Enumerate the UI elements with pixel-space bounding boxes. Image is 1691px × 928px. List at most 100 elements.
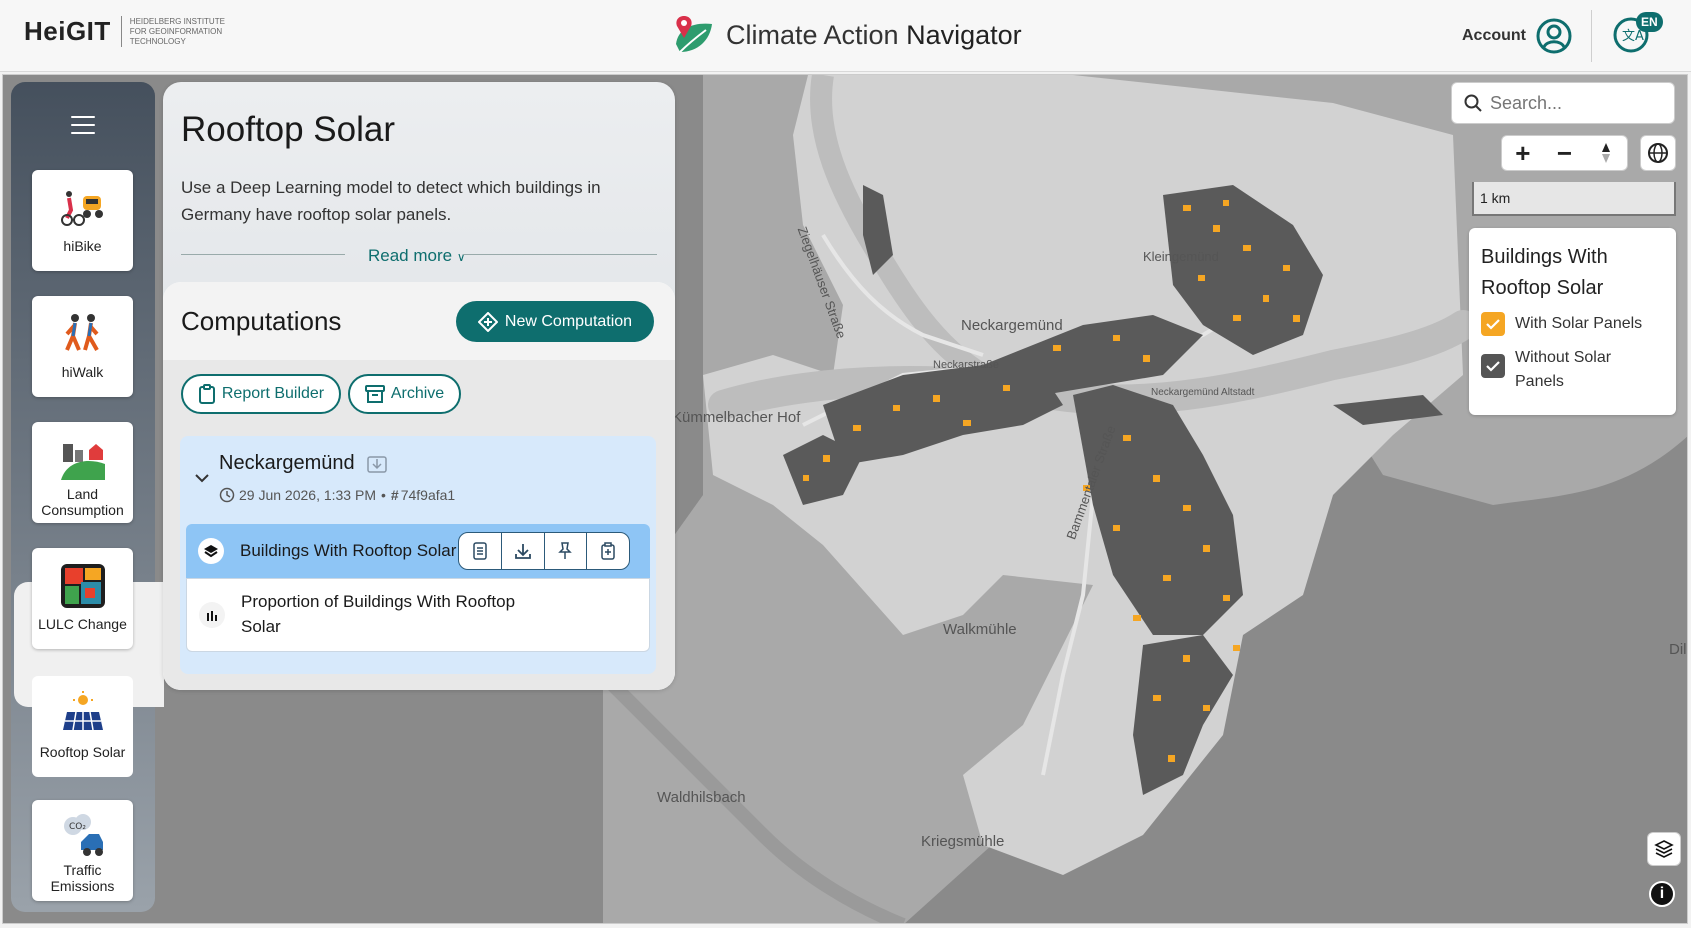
clipboard-icon — [198, 384, 215, 404]
computation-date: 29 Jun 2026, 1:33 PM — [239, 487, 376, 503]
tool-hibike[interactable]: hiBike — [32, 170, 133, 271]
layer-row-proportion-rooftop-solar[interactable]: Proportion of Buildings With Rooftop Sol… — [186, 578, 650, 652]
app-header: HeiGIT Heidelberg Institute for Geoinfor… — [0, 0, 1691, 72]
climate-navigator-logo-icon — [676, 16, 712, 53]
map-scale-bar: 1 km — [1472, 182, 1676, 216]
check-icon — [1481, 354, 1505, 378]
map-label-kleingemuend: Kleingemünd — [1143, 249, 1219, 264]
report-builder-button[interactable]: Report Builder — [181, 374, 341, 414]
tool-hiwalk[interactable]: hiWalk — [32, 296, 133, 397]
computation-item: Neckargemünd 29 Jun 2026, 1:33 PM • # 74… — [180, 436, 656, 674]
tool-hibike-label: hiBike — [63, 238, 102, 254]
map-label-waldhilsbach: Waldhilsbach — [657, 789, 746, 806]
legend-item-label: Without Solar Panels — [1515, 349, 1612, 390]
globe-button[interactable] — [1640, 135, 1676, 171]
report-builder-label: Report Builder — [221, 385, 325, 402]
map-label-kuemmelbacher-hof: Kümmelbacher Hof — [672, 409, 801, 426]
meta-separator: • — [381, 487, 386, 503]
new-computation-button[interactable]: New Computation — [456, 301, 654, 342]
clock-icon — [219, 487, 235, 503]
search-input[interactable] — [1490, 92, 1660, 114]
archive-button[interactable]: Archive — [348, 374, 461, 414]
layer-row-buildings-rooftop-solar[interactable]: Buildings With Rooftop Solar — [186, 524, 650, 578]
map-label-neckargemuend-altstadt: Neckargemünd Altstadt — [1151, 387, 1255, 398]
map-label-walkmuehle: Walkmühle — [943, 621, 1017, 638]
pin-icon[interactable] — [545, 533, 588, 569]
computation-hash: 74f9afa1 — [400, 487, 456, 503]
layers-icon — [1654, 840, 1674, 858]
chevron-double-down-icon: ∨ — [456, 250, 466, 264]
panel-title: Rooftop Solar — [181, 110, 396, 149]
lulc-change-icon — [60, 564, 105, 608]
tool-land-consumption[interactable]: Land Consumption — [32, 422, 133, 523]
hash-icon: # — [390, 487, 399, 503]
svg-text:文A: 文A — [1622, 29, 1644, 44]
app-title: Climate Action Navigator — [726, 19, 1022, 50]
account-button[interactable]: Account — [1462, 18, 1572, 54]
new-computation-label: New Computation — [504, 312, 633, 330]
map-label-dilsberg: Dilsberg — [1669, 641, 1687, 658]
walkers-icon — [64, 314, 99, 351]
tool-traffic-emissions-label: Traffic Emissions — [50, 862, 115, 894]
map-search — [1451, 82, 1675, 124]
computation-meta: 29 Jun 2026, 1:33 PM • # 74f9afa1 — [219, 487, 455, 503]
computations-title: Computations — [181, 306, 342, 336]
layer-action-group — [458, 532, 630, 570]
language-switcher[interactable]: 文A EN — [1612, 12, 1663, 59]
bar-chart-icon — [199, 602, 225, 628]
map-legend: Buildings With Rooftop Solar With Solar … — [1469, 228, 1676, 415]
heigit-logo[interactable]: HeiGIT Heidelberg Institute for Geoinfor… — [24, 16, 240, 47]
panel-description: Use a Deep Learning model to detect whic… — [181, 178, 601, 224]
globe-icon — [1648, 143, 1668, 163]
tool-land-consumption-label: Land Consumption — [41, 486, 124, 518]
logo-wordmark: HeiGIT — [24, 16, 122, 47]
legend-item-with-solar[interactable]: With Solar Panels — [1481, 312, 1642, 336]
info-icon[interactable]: i — [1649, 881, 1675, 907]
read-more-divider-left — [181, 254, 345, 255]
diamond-plus-icon — [477, 311, 498, 332]
compass-button[interactable] — [1585, 142, 1627, 164]
read-more-link[interactable]: Read more ∨ — [368, 246, 466, 266]
account-label: Account — [1462, 27, 1526, 44]
header-divider — [1591, 10, 1592, 62]
map-label-neckargemuend: Neckargemünd — [961, 317, 1063, 334]
user-icon — [1536, 18, 1572, 54]
clipboard-add-icon[interactable] — [587, 533, 629, 569]
tool-hiwalk-label: hiWalk — [61, 364, 104, 380]
zoom-in-button[interactable]: + — [1502, 138, 1544, 169]
chevron-down-icon[interactable] — [194, 472, 210, 484]
download-icon[interactable] — [502, 533, 545, 569]
tool-lulc-change[interactable]: LULC Change — [32, 548, 133, 649]
tool-rooftop-solar-label: Rooftop Solar — [39, 744, 126, 760]
svg-text:CO₂: CO₂ — [69, 822, 86, 832]
computations-header: Computations New Computation — [163, 282, 675, 360]
north-arrow-icon — [1602, 143, 1611, 163]
legend-item-without-solar[interactable]: Without Solar Panels — [1481, 346, 1651, 394]
logo-subtitle: Heidelberg Institute for Geoinformation … — [129, 16, 225, 46]
app-brand: Climate Action Navigator — [672, 14, 1022, 56]
download-box-icon[interactable] — [366, 454, 388, 474]
tool-traffic-emissions[interactable]: CO₂ Traffic Emissions — [32, 800, 133, 901]
land-consumption-icon — [60, 444, 105, 480]
computations-card: Computations New Computation Report Buil… — [163, 282, 675, 690]
layers-toggle-button[interactable] — [1647, 832, 1681, 866]
layer-label: Proportion of Buildings With Rooftop Sol… — [241, 592, 516, 636]
tool-rooftop-solar[interactable]: Rooftop Solar — [32, 676, 133, 777]
solar-panel-icon — [62, 691, 103, 731]
check-icon — [1481, 312, 1505, 336]
report-icon[interactable] — [459, 533, 502, 569]
computation-actions-row: Report Builder Archive — [163, 360, 675, 424]
map-label-kriegsmuehle: Kriegsmühle — [921, 833, 1005, 850]
layers-filled-icon — [198, 538, 224, 564]
traffic-emissions-icon: CO₂ — [63, 814, 103, 856]
zoom-out-button[interactable]: − — [1544, 138, 1586, 169]
search-icon — [1464, 94, 1482, 112]
archive-box-icon — [364, 385, 385, 403]
menu-button[interactable] — [71, 116, 95, 136]
computation-name: Neckargemünd — [219, 452, 388, 475]
layer-label: Buildings With Rooftop Solar — [240, 541, 457, 560]
language-badge: EN — [1636, 12, 1663, 32]
map-label-neckarstrasse: Neckarstraße — [933, 359, 1000, 371]
tool-lulc-change-label: LULC Change — [38, 616, 127, 632]
bike-car-icon — [60, 191, 103, 226]
